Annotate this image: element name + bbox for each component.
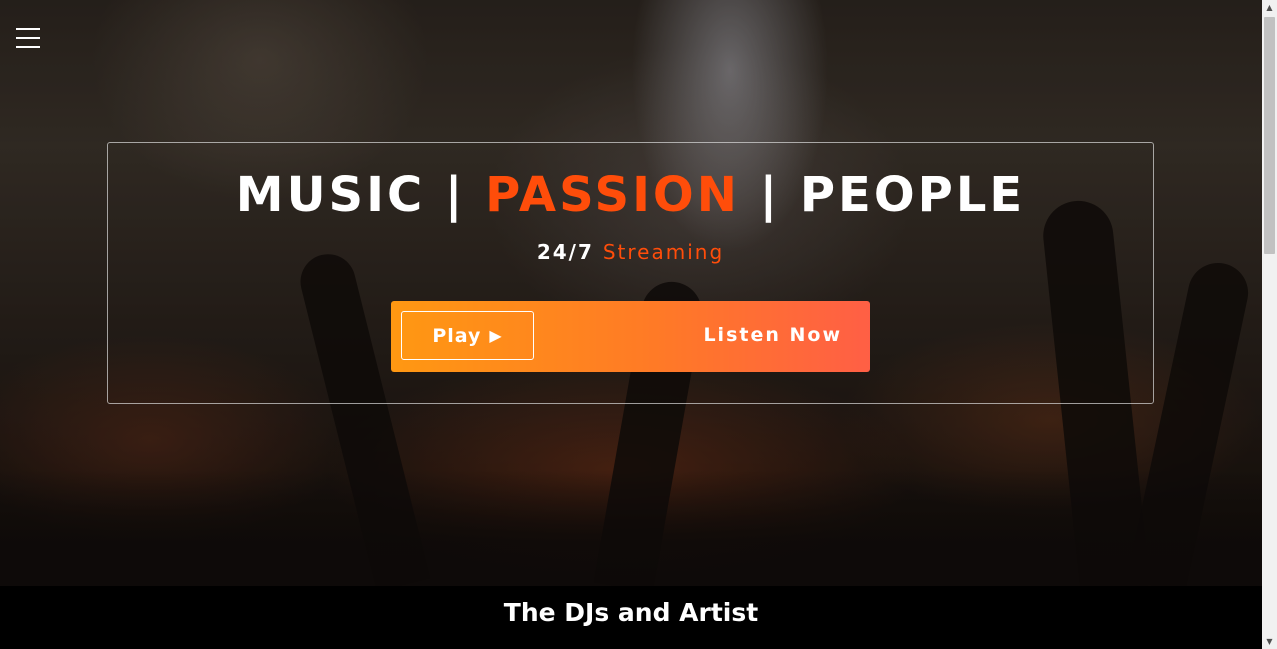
subheadline-streaming: Streaming xyxy=(602,240,725,264)
headline-music: MUSIC | xyxy=(235,167,486,223)
headline-passion: PASSION xyxy=(485,167,740,223)
scrollbar-thumb[interactable] xyxy=(1264,17,1275,254)
headline-people: | PEOPLE xyxy=(739,167,1026,223)
listen-now-label[interactable]: Listen Now xyxy=(703,324,842,346)
chevron-up-icon[interactable]: ▲ xyxy=(1262,0,1277,15)
crowd-silhouette xyxy=(0,470,1262,590)
subheadline-hours: 24/7 xyxy=(536,240,603,264)
hero-box: MUSIC | PASSION | PEOPLE 24/7 Streaming … xyxy=(107,142,1154,404)
play-button[interactable]: Play ▶ xyxy=(401,311,534,360)
vertical-scrollbar[interactable]: ▲ ▼ xyxy=(1262,0,1277,649)
listen-now-bar[interactable]: Play ▶ Listen Now xyxy=(391,301,870,372)
hero-headline: MUSIC | PASSION | PEOPLE xyxy=(108,167,1153,223)
hamburger-menu-icon[interactable] xyxy=(16,27,40,49)
hero-subheadline: 24/7 Streaming xyxy=(108,240,1153,264)
section-title: The DJs and Artist xyxy=(503,598,759,627)
page: MUSIC | PASSION | PEOPLE 24/7 Streaming … xyxy=(0,0,1262,649)
play-label: Play xyxy=(432,324,482,347)
play-triangle-icon: ▶ xyxy=(489,326,503,345)
djs-section-header: The DJs and Artist xyxy=(0,586,1262,649)
chevron-down-icon[interactable]: ▼ xyxy=(1262,634,1277,649)
